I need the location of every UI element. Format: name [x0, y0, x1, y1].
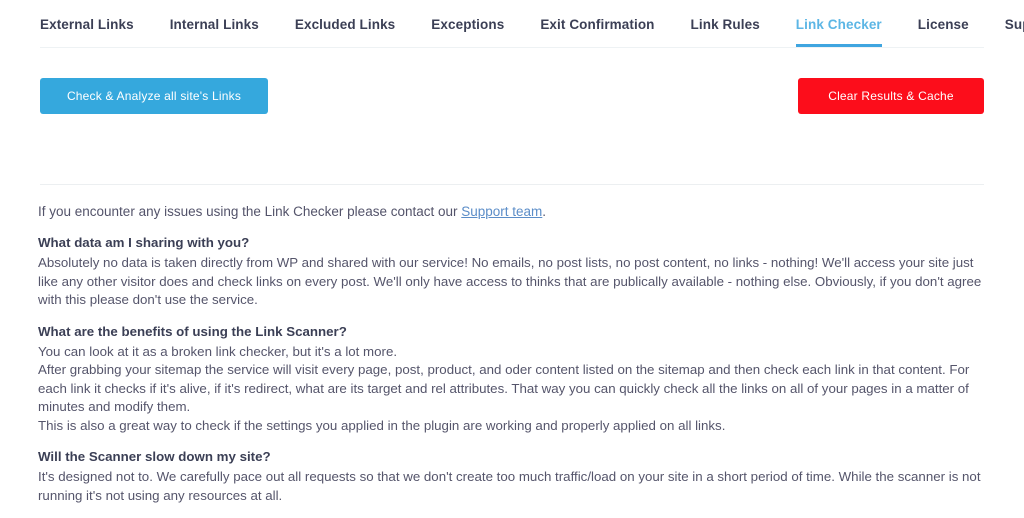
faq-question: Will the Scanner slow down my site?	[38, 449, 271, 464]
tab-exit-confirmation[interactable]: Exit Confirmation	[540, 14, 654, 47]
link-checker-content: If you encounter any issues using the Li…	[38, 202, 986, 518]
faq-answer: After grabbing your sitemap the service …	[38, 362, 970, 414]
tab-external-links[interactable]: External Links	[40, 14, 134, 47]
faq-item: What are the benefits of using the Link …	[38, 323, 986, 436]
tab-support[interactable]: Support	[1005, 14, 1024, 47]
tab-link-rules[interactable]: Link Rules	[691, 14, 760, 47]
tab-exceptions[interactable]: Exceptions	[431, 14, 504, 47]
support-team-link[interactable]: Support team	[461, 204, 542, 219]
faq-answer: This is also a great way to check if the…	[38, 417, 726, 433]
tab-bar-divider	[40, 47, 984, 48]
intro-paragraph: If you encounter any issues using the Li…	[38, 202, 986, 221]
tab-license[interactable]: License	[918, 14, 969, 47]
tab-link-checker[interactable]: Link Checker	[795, 14, 882, 47]
faq-answer: You can look at it as a broken link chec…	[38, 343, 398, 359]
faq-question: What data am I sharing with you?	[38, 235, 250, 250]
faq-question: What are the benefits of using the Link …	[38, 323, 347, 339]
settings-tab-bar: External Links Internal Links Excluded Lin…	[40, 14, 1024, 48]
tab-internal-links[interactable]: Internal Links	[170, 14, 259, 47]
intro-text-before: If you encounter any issues using the Li…	[38, 204, 462, 219]
intro-text-after: .	[542, 204, 547, 219]
faq-list: What data am I sharing with you? Absolute…	[38, 234, 986, 505]
faq-answer: Absolutely no data is taken directly fro…	[38, 255, 982, 307]
tab-excluded-links[interactable]: Excluded Links	[295, 14, 395, 47]
faq-answer: It's designed not to. We carefully pace …	[38, 469, 981, 503]
section-divider	[40, 184, 984, 185]
clear-results-cache-button[interactable]: Clear Results & Cache	[798, 78, 984, 114]
faq-item: What data am I sharing with you? Absolute…	[38, 234, 986, 310]
faq-item: Will the Scanner slow down my site? It's …	[38, 448, 986, 505]
check-analyze-links-button[interactable]: Check & Analyze all site's Links	[40, 78, 268, 114]
